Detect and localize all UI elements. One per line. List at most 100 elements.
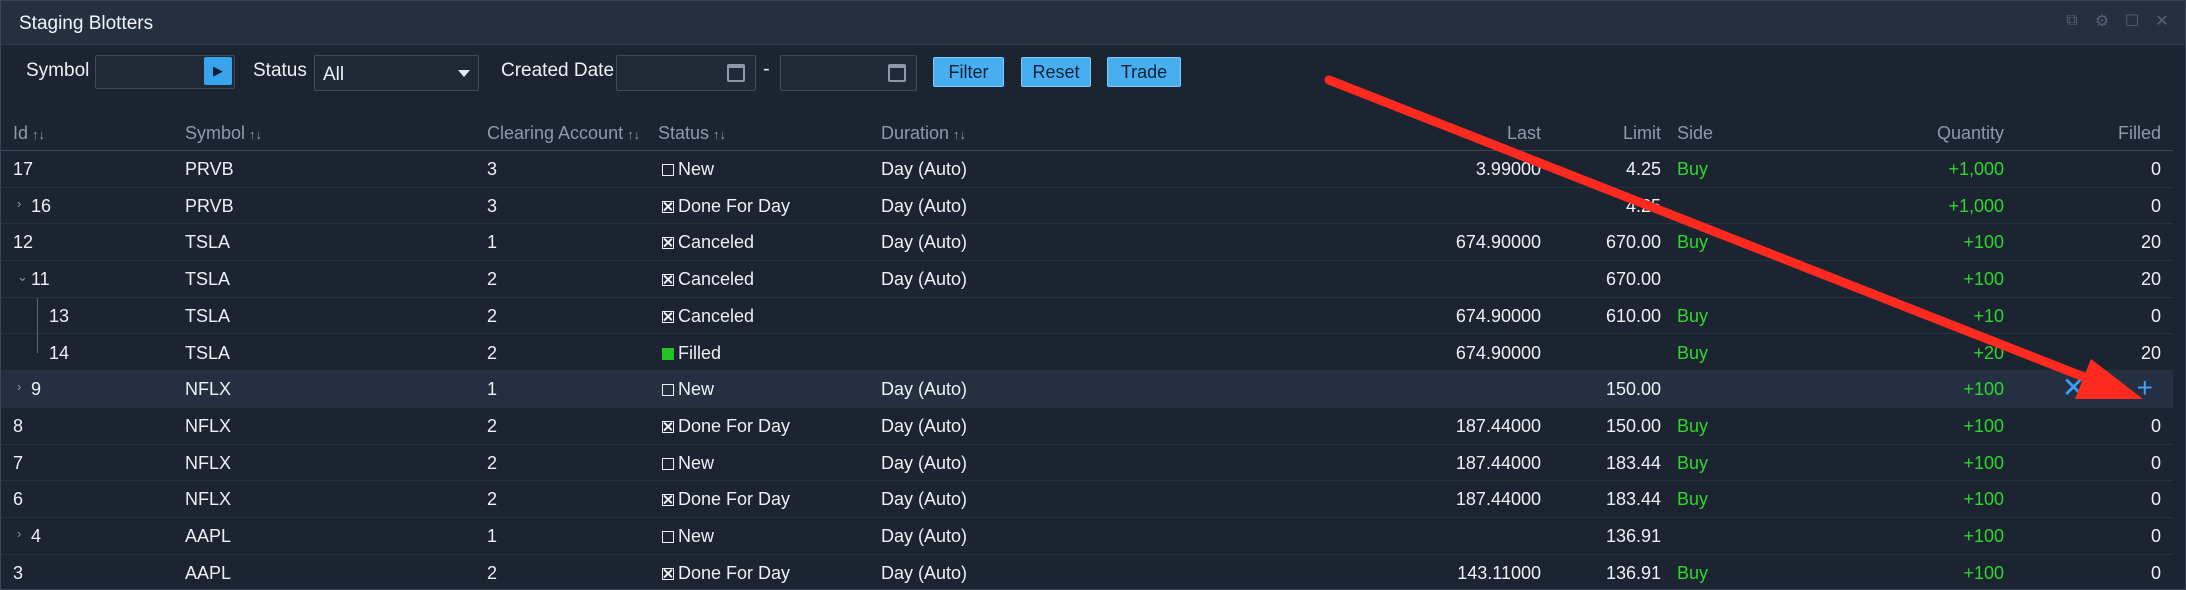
col-header-status[interactable]: Status ↑↓ — [658, 123, 726, 144]
cell-duration: Day (Auto) — [881, 562, 968, 583]
cell-quantity: +100 — [1963, 489, 2004, 510]
cell-filled: 0 — [2150, 452, 2161, 473]
col-header-id[interactable]: Id ↑↓ — [13, 123, 45, 144]
chevron-right-icon[interactable]: › — [17, 379, 21, 394]
cell-clearing-account: 1 — [487, 526, 498, 546]
popout-icon[interactable]: ⧉ — [2063, 12, 2081, 30]
status-text: Done For Day — [678, 562, 791, 583]
cell-side: Buy — [1677, 305, 1709, 326]
cell-status: Done For Day — [662, 563, 790, 584]
table-row[interactable]: › 9 NFLX 1 New Day (Auto) 150.00 +100 ✕ ↻ + — [1, 371, 2173, 408]
table-row[interactable]: 6 NFLX 2 Done For Day Day (Auto) 187.44000 183… — [1, 481, 2173, 518]
play-icon: ▶ — [213, 63, 223, 78]
status-new-icon — [662, 164, 674, 176]
calendar-icon[interactable] — [888, 64, 906, 82]
table-row[interactable]: › 16 PRVB 3 Done For Day Day (Auto) 4.25 +1,000… — [1, 188, 2173, 225]
reset-button[interactable]: Reset — [1021, 57, 1091, 87]
col-header-side[interactable]: Side — [1677, 123, 1713, 144]
cell-status: Done For Day — [662, 489, 790, 510]
col-header-duration[interactable]: Duration ↑↓ — [881, 123, 966, 144]
plus-icon[interactable]: + — [2137, 374, 2153, 402]
status-label: Status — [253, 60, 307, 81]
cell-last: 674.90000 — [1455, 342, 1541, 363]
status-text: New — [678, 379, 715, 400]
status-text: New — [678, 526, 715, 546]
status-closed-icon — [662, 274, 674, 287]
date-to-field[interactable] — [780, 55, 917, 91]
gear-icon[interactable]: ⚙ — [2093, 12, 2111, 30]
maximize-icon[interactable]: ☐ — [2123, 12, 2141, 30]
status-filled-icon — [662, 347, 674, 360]
row-actions: ✕ ↻ + — [2062, 374, 2153, 402]
calendar-icon[interactable] — [727, 64, 745, 82]
cell-side: Buy — [1677, 342, 1709, 363]
status-new-icon — [662, 457, 674, 470]
cell-clearing-account: 2 — [487, 562, 498, 583]
cell-id: 7 — [13, 452, 24, 473]
cell-symbol: AAPL — [185, 526, 232, 546]
status-select[interactable]: All — [314, 55, 479, 91]
chevron-right-icon[interactable]: › — [17, 196, 21, 211]
close-window-icon[interactable]: ✕ — [2153, 12, 2171, 30]
cell-quantity: +1,000 — [1948, 195, 2004, 216]
refresh-icon[interactable]: ↻ — [2099, 374, 2122, 402]
table-row[interactable]: 14 TSLA 2 Filled 674.90000 Buy +20 20 — [1, 334, 2173, 372]
status-closed-icon — [662, 420, 674, 433]
chevron-right-icon[interactable]: › — [17, 526, 21, 541]
cell-status: Filled — [662, 343, 721, 364]
table-row[interactable]: ⌄ 11 TSLA 2 Canceled Day (Auto) 670.00 +100 20 — [1, 261, 2173, 298]
cell-duration: Day (Auto) — [881, 452, 968, 473]
status-text: Canceled — [678, 232, 755, 253]
cell-clearing-account: 2 — [487, 305, 498, 326]
cell-filled: 0 — [2150, 415, 2161, 436]
col-header-filled[interactable]: Filled — [2061, 123, 2161, 144]
table-row[interactable]: 13 TSLA 2 Canceled 674.90000 610.00 Buy +10 0 — [1, 297, 2173, 335]
sort-icon: ↑↓ — [249, 127, 263, 142]
table-row[interactable]: 17 PRVB 3 New Day (Auto) 3.99000 4.25 Buy +1,000… — [1, 151, 2173, 188]
cell-id: 9 — [31, 379, 42, 400]
status-new-icon — [662, 384, 674, 397]
table-row[interactable]: › 4 AAPL 1 New Day (Auto) 136.91 +100 0 — [1, 518, 2173, 555]
status-text: Filled — [678, 342, 722, 363]
col-header-limit[interactable]: Limit — [1561, 123, 1661, 144]
close-icon[interactable]: ✕ — [2062, 374, 2085, 402]
chevron-down-icon[interactable]: ⌄ — [17, 269, 28, 285]
cell-status: Done For Day — [662, 416, 790, 437]
col-header-symbol[interactable]: Symbol ↑↓ — [185, 123, 262, 144]
cell-id: 6 — [13, 489, 24, 510]
col-header-quantity[interactable]: Quantity — [1904, 123, 2004, 144]
cell-limit: 4.25 — [1625, 195, 1661, 216]
cell-quantity: +100 — [1963, 379, 2004, 400]
table-row[interactable]: 8 NFLX 2 Done For Day Day (Auto) 187.44000 150… — [1, 408, 2173, 445]
date-separator: - — [763, 58, 770, 80]
trade-button[interactable]: Trade — [1107, 57, 1181, 87]
cell-status: Canceled — [662, 269, 754, 290]
cell-side: Buy — [1677, 452, 1709, 473]
cell-filled: 0 — [2150, 305, 2161, 326]
tree-connector — [37, 297, 38, 335]
cell-limit: 670.00 — [1605, 232, 1661, 253]
cell-clearing-account: 2 — [487, 489, 498, 510]
cell-clearing-account: 1 — [487, 379, 498, 400]
date-from-field[interactable] — [616, 55, 756, 91]
col-header-last[interactable]: Last — [1441, 123, 1541, 144]
sort-icon: ↑↓ — [713, 127, 727, 142]
cell-id: 3 — [13, 562, 24, 583]
status-text: Canceled — [678, 305, 755, 326]
cell-quantity: +10 — [1973, 305, 2004, 326]
cell-id: 8 — [13, 415, 24, 436]
table-row[interactable]: 3 AAPL 2 Done For Day Day (Auto) 143.11000 136… — [1, 555, 2173, 590]
cell-symbol: PRVB — [185, 195, 234, 216]
table-row[interactable]: 7 NFLX 2 New Day (Auto) 187.44000 183.44 Buy +10… — [1, 445, 2173, 482]
cell-duration: Day (Auto) — [881, 489, 968, 510]
filter-button[interactable]: Filter — [933, 57, 1004, 87]
cell-symbol: NFLX — [185, 415, 232, 436]
table-row[interactable]: 12 TSLA 1 Canceled Day (Auto) 674.90000 670.00… — [1, 224, 2173, 262]
symbol-lookup-button[interactable]: ▶ — [204, 57, 232, 85]
cell-status: New — [662, 159, 714, 180]
cell-filled: 20 — [2140, 342, 2161, 363]
cell-filled: 0 — [2150, 562, 2161, 583]
cell-last: 143.11000 — [1457, 562, 1541, 583]
cell-clearing-account: 1 — [487, 232, 498, 253]
col-header-clearing-account[interactable]: Clearing Account ↑↓ — [487, 123, 640, 144]
